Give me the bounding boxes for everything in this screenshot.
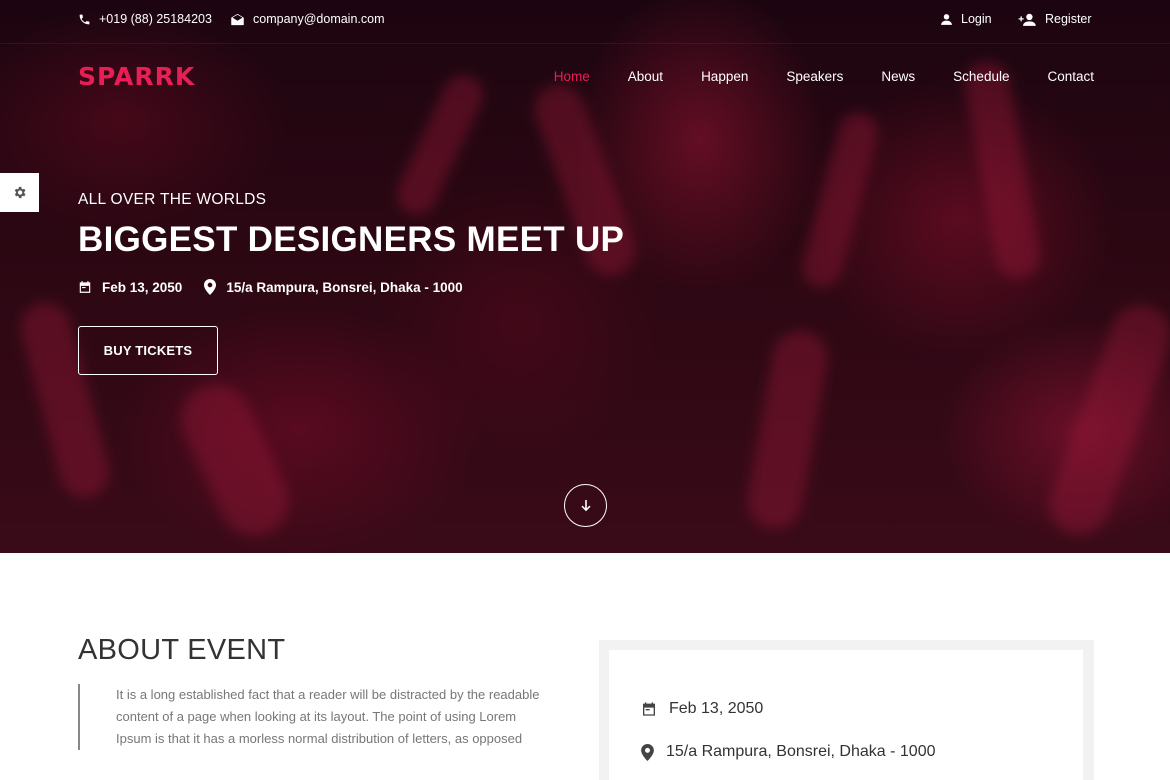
about-title: ABOUT EVENT: [78, 634, 286, 666]
main-navbar: SPARRK Home About Happen Speakers News S…: [0, 43, 1170, 109]
calendar-icon: [79, 281, 91, 293]
envelope-icon: [231, 13, 244, 25]
map-pin-icon: [204, 279, 217, 295]
arrow-down-icon: [581, 499, 590, 511]
email-contact[interactable]: company@domain.com: [230, 12, 385, 26]
hero-event-meta: Feb 13, 2050 15/a Rampura, Bonsrei, Dhak…: [78, 279, 485, 295]
login-link[interactable]: Login: [940, 12, 992, 26]
info-location-text: 15/a Rampura, Bonsrei, Dhaka - 1000: [666, 743, 936, 760]
email-address: company@domain.com: [253, 12, 385, 26]
scroll-down-button[interactable]: [564, 484, 607, 527]
main-nav: Home About Happen Speakers News Schedule…: [516, 69, 1094, 84]
hero-section: +019 (88) 25184203 company@domain.com Lo…: [0, 0, 1170, 553]
hero-subtitle: ALL OVER THE WORLDS: [78, 191, 267, 208]
settings-toggle[interactable]: [0, 173, 39, 212]
nav-item-speakers[interactable]: Speakers: [786, 69, 843, 84]
brand-logo[interactable]: SPARRK: [78, 62, 195, 91]
hero-date-text: Feb 13, 2050: [102, 279, 183, 295]
nav-item-home[interactable]: Home: [554, 69, 590, 84]
buy-tickets-button[interactable]: BUY TICKETS: [78, 326, 218, 375]
phone-number: +019 (88) 25184203: [99, 12, 212, 26]
login-label: Login: [961, 12, 992, 26]
register-link[interactable]: Register: [1018, 12, 1092, 26]
gear-icon: [14, 186, 26, 199]
hero-title: BIGGEST DESIGNERS MEET UP: [78, 220, 625, 259]
user-plus-icon: [1018, 13, 1036, 26]
calendar-icon: [643, 702, 655, 716]
hero-location: 15/a Rampura, Bonsrei, Dhaka - 1000: [204, 279, 463, 295]
top-contact-bar: +019 (88) 25184203 company@domain.com Lo…: [78, 12, 1094, 30]
user-icon: [941, 13, 952, 25]
about-section: ABOUT EVENT It is a long established fac…: [78, 634, 539, 750]
map-pin-icon: [641, 743, 654, 761]
nav-item-about[interactable]: About: [628, 69, 663, 84]
info-date-text: Feb 13, 2050: [669, 700, 764, 717]
nav-item-contact[interactable]: Contact: [1047, 69, 1094, 84]
register-label: Register: [1045, 12, 1092, 26]
phone-contact[interactable]: +019 (88) 25184203: [78, 12, 212, 26]
nav-item-news[interactable]: News: [881, 69, 915, 84]
nav-item-happen[interactable]: Happen: [701, 69, 748, 84]
about-text: It is a long established fact that a rea…: [78, 684, 548, 750]
info-location: 15/a Rampura, Bonsrei, Dhaka - 1000: [641, 743, 935, 761]
hero-location-text: 15/a Rampura, Bonsrei, Dhaka - 1000: [226, 279, 463, 295]
hero-date: Feb 13, 2050: [78, 280, 182, 295]
event-info-inner: Feb 13, 2050 15/a Rampura, Bonsrei, Dhak…: [609, 650, 1083, 780]
event-info-card: Feb 13, 2050 15/a Rampura, Bonsrei, Dhak…: [599, 640, 1094, 780]
nav-item-schedule[interactable]: Schedule: [953, 69, 1009, 84]
info-date: Feb 13, 2050: [641, 700, 763, 718]
phone-icon: [79, 14, 90, 24]
